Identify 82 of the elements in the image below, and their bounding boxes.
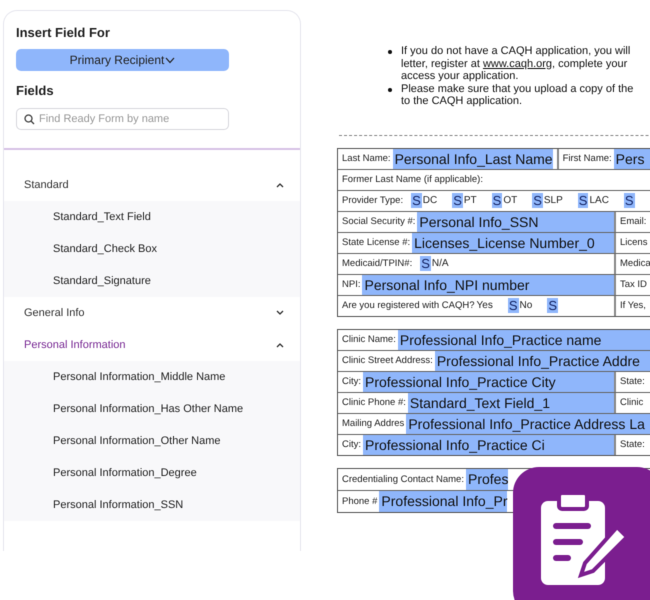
form-field[interactable]: Professional Info_Practice Ci: [363, 434, 614, 454]
search-field[interactable]: Find Ready Form by name: [16, 108, 229, 130]
field-item[interactable]: Standard_Check Box: [4, 233, 300, 265]
field-label: Credentialing Contact Name:: [342, 474, 464, 484]
instruction-line: letter, register at www.caqh.org, complete your: [401, 58, 628, 70]
field-label: Former Last Name (if applicable):: [342, 174, 483, 185]
field-item[interactable]: Personal Information_SSN: [4, 489, 300, 521]
checkbox-field[interactable]: S: [508, 298, 519, 313]
checkbox-field[interactable]: S: [624, 193, 635, 208]
bullet-icon: [388, 50, 392, 54]
checkbox-field[interactable]: S: [420, 256, 431, 271]
option-label: DC: [422, 195, 438, 206]
field-item[interactable]: Standard_Signature: [4, 265, 300, 297]
field-label: City:: [342, 376, 361, 387]
form-field[interactable]: Personal Info_SSN: [417, 212, 614, 232]
field-label: Licens: [620, 237, 648, 248]
field-label: Medicaid/TPIN#:: [342, 258, 412, 269]
recipient-dropdown[interactable]: Primary Recipient: [16, 49, 229, 71]
field-label: Clinic Street Address:: [342, 355, 433, 366]
category-item[interactable]: General Info: [4, 297, 300, 329]
form-field[interactable]: Personal Info_NPI number: [362, 274, 614, 294]
chevron-up-icon: [276, 182, 284, 188]
search-icon: [24, 114, 35, 125]
category-item[interactable]: Personal Information: [4, 329, 300, 361]
option-label: OT: [503, 195, 518, 206]
field-label: Social Security #:: [342, 216, 416, 227]
field-label: City:: [342, 439, 361, 450]
option-label: LAC: [589, 195, 609, 206]
field-label: Clinic: [620, 397, 644, 408]
field-label: Email:: [620, 216, 646, 227]
checkbox-field[interactable]: S: [547, 298, 558, 313]
checkbox-field[interactable]: S: [452, 193, 463, 208]
field-label: State License #:: [342, 237, 410, 248]
field-label: State:: [620, 376, 645, 387]
form-field[interactable]: Professional Info_Pr: [379, 490, 508, 512]
field-label: NPI:: [342, 279, 360, 290]
checkbox-field[interactable]: S: [411, 193, 422, 208]
field-label: Tax ID: [620, 279, 647, 290]
field-item[interactable]: Personal Information_Degree: [4, 457, 300, 489]
option-label: Yes: [476, 300, 493, 311]
form-field[interactable]: Licenses_License Number_0: [412, 232, 614, 252]
form-field[interactable]: Professional Info_Practice name: [398, 330, 650, 350]
field-label: Last Name:: [342, 153, 391, 164]
chevron-down-icon: [165, 56, 176, 64]
category-item[interactable]: Standard: [4, 169, 300, 201]
instruction-line: to the CAQH application.: [401, 95, 524, 108]
instruction-line: Please make sure that you upload a copy of the: [401, 82, 634, 95]
field-label: Clinic Name:: [342, 334, 396, 345]
option-label: SLP: [544, 195, 563, 206]
panel-heading: Insert Field For: [16, 25, 110, 40]
field-label: State:: [620, 439, 645, 450]
field-item[interactable]: Personal Information_Has Other Name: [4, 393, 300, 425]
instruction-line: If you do not have a CAQH application, you will: [401, 45, 630, 58]
field-label: If Yes,: [620, 300, 646, 311]
field-label: First Name:: [562, 153, 612, 164]
field-label: Clinic Phone #:: [342, 397, 406, 408]
field-item[interactable]: Personal Information_Other Name: [4, 425, 300, 457]
chevron-up-icon: [276, 342, 284, 348]
checkbox-field[interactable]: S: [578, 193, 588, 208]
website-link[interactable]: www.caqh.org: [482, 58, 552, 70]
form-field[interactable]: Personal Info_Last Name: [392, 148, 553, 168]
form-field[interactable]: Professional Info_Practice City: [363, 372, 614, 392]
section-heading: Fields: [16, 83, 54, 98]
form-field[interactable]: Professional Info_Practice Addre: [434, 350, 650, 370]
option-label: N/A: [432, 258, 449, 269]
chevron-down-icon: [276, 310, 284, 316]
checkbox-field[interactable]: S: [532, 193, 543, 208]
form-field[interactable]: Professional Info_Practice Address La: [406, 414, 650, 434]
bullet-icon: [388, 88, 392, 92]
option-label: PT: [464, 195, 477, 206]
instruction-line: access your application.: [401, 70, 520, 82]
field-item[interactable]: Standard_Text Field: [4, 201, 300, 233]
form-field[interactable]: Profes: [466, 468, 508, 490]
field-label: Phone #: [342, 496, 378, 506]
form-field[interactable]: Standard_Text Field_1: [408, 392, 614, 412]
checkbox-field[interactable]: S: [492, 193, 502, 208]
field-item[interactable]: Personal Information_Middle Name: [4, 361, 300, 393]
option-label: No: [520, 300, 532, 311]
field-label: Mailing Addres: [342, 418, 404, 429]
field-label: Are you registered with CAQH?: [342, 300, 475, 311]
field-label: Provider Type:: [342, 195, 404, 206]
form-field[interactable]: Pers: [614, 148, 650, 168]
